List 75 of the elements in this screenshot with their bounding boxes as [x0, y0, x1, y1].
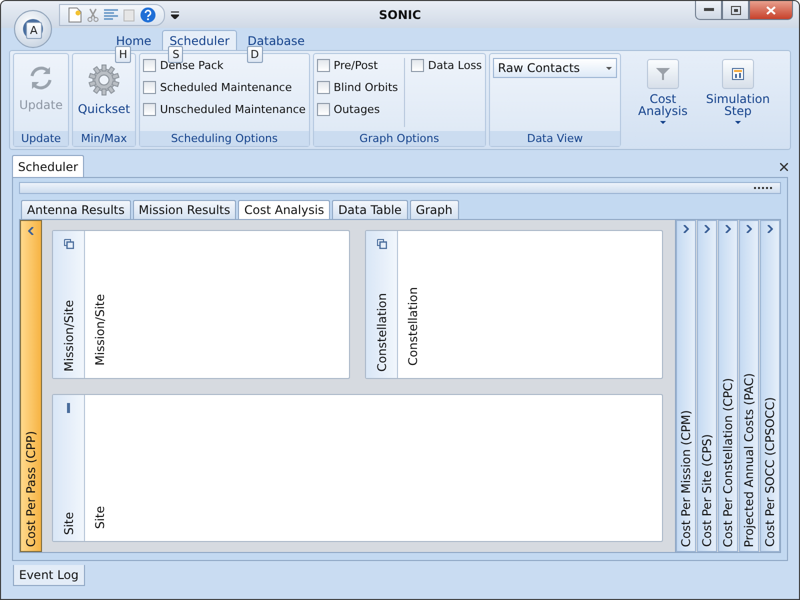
- checkbox[interactable]: Data Loss: [411, 59, 482, 72]
- minimize-button[interactable]: [695, 1, 722, 20]
- card-header[interactable]: Site: [53, 394, 85, 541]
- checkbox[interactable]: Scheduled Maintenance: [143, 81, 306, 94]
- side-panel-tab[interactable]: Cost Per Mission (CPM): [676, 220, 696, 552]
- checkbox-box[interactable]: [316, 81, 330, 94]
- side-panel-tab[interactable]: Cost Per SOCC (CPSOCC): [760, 220, 780, 552]
- new-document-icon[interactable]: [68, 6, 82, 22]
- document-tab[interactable]: Scheduler: [12, 155, 84, 177]
- checkbox[interactable]: Unscheduled Maintenance: [143, 103, 306, 116]
- restore-icon[interactable]: [64, 239, 74, 249]
- event-log-tab[interactable]: Event Log: [13, 565, 85, 586]
- keytip: A: [26, 22, 42, 39]
- checkbox-box[interactable]: [143, 103, 156, 116]
- simulation-step-button[interactable]: Simulation Step: [700, 53, 775, 147]
- chevron-right-icon: [704, 225, 710, 233]
- card-text: Mission/Site: [93, 294, 107, 366]
- checkbox-box[interactable]: [316, 59, 330, 72]
- caret-icon: [734, 121, 741, 124]
- chart-icon: [732, 68, 744, 80]
- scissors-icon[interactable]: [87, 8, 99, 22]
- list-icon[interactable]: [104, 8, 118, 20]
- group-label: Data View: [490, 131, 620, 146]
- chevron-right-icon: [683, 225, 689, 233]
- chevron-right-icon: [746, 225, 752, 233]
- side-panel-tab[interactable]: Cost Per Constellation (CPC): [718, 220, 738, 552]
- side-panel-tab[interactable]: Projected Annual Costs (PAC): [739, 220, 759, 552]
- gear-icon: [88, 64, 120, 96]
- group-label: Scheduling Options: [140, 131, 309, 146]
- chevron-right-icon: [725, 225, 731, 233]
- close-button[interactable]: [749, 1, 793, 20]
- side-panel-tab[interactable]: Cost Per Pass (CPP): [20, 220, 42, 552]
- checkbox-box[interactable]: [143, 59, 156, 72]
- dropdown-arrow-icon: [606, 66, 612, 70]
- card-header[interactable]: Mission/Site: [53, 231, 85, 378]
- card-text: Constellation: [406, 286, 420, 366]
- side-panel-tab[interactable]: Cost Per Site (CPS): [697, 220, 717, 552]
- data-view-dropdown[interactable]: Raw Contacts: [492, 58, 617, 78]
- chevron-right-icon: [767, 225, 773, 233]
- maximize-icon: [730, 6, 740, 14]
- close-icon: [766, 6, 776, 14]
- checkbox[interactable]: Blind Orbits: [316, 81, 398, 94]
- view-tab[interactable]: Antenna Results: [21, 200, 131, 219]
- ribbon-tab[interactable]: Scheduler: [162, 30, 237, 50]
- view-tab[interactable]: Cost Analysis: [238, 200, 330, 219]
- maximize-button[interactable]: [722, 1, 749, 20]
- card-text: Site: [93, 506, 107, 529]
- group-label: Graph Options: [314, 131, 485, 146]
- customize-dropdown-icon[interactable]: [171, 10, 179, 18]
- window-title: SONIC: [378, 8, 422, 22]
- splitter-bar[interactable]: [19, 182, 781, 194]
- funnel-icon: [656, 67, 670, 81]
- checkbox-box[interactable]: [143, 81, 156, 94]
- checkbox-box[interactable]: [316, 103, 330, 116]
- help-icon[interactable]: [140, 6, 156, 22]
- close-icon: [780, 163, 788, 171]
- checkbox[interactable]: Pre/Post: [316, 59, 398, 72]
- cost-analysis-button[interactable]: Cost Analysis: [628, 53, 698, 147]
- checkbox-box[interactable]: [411, 59, 424, 72]
- checkbox[interactable]: Outages: [316, 103, 398, 116]
- view-tab[interactable]: Mission Results: [132, 200, 236, 219]
- minimize-icon: [704, 8, 714, 12]
- view-tab[interactable]: Data Table: [332, 200, 408, 219]
- keytip: D: [246, 46, 263, 63]
- view-tab[interactable]: Graph: [410, 200, 458, 219]
- minimize-icon[interactable]: [67, 402, 70, 412]
- card-header[interactable]: Constellation: [366, 231, 398, 378]
- chevron-left-icon: [28, 227, 34, 235]
- restore-icon[interactable]: [376, 239, 386, 249]
- clipboard-icon[interactable]: [123, 8, 135, 22]
- group-label: Update: [14, 131, 68, 146]
- keytip: H: [115, 46, 132, 63]
- group-label: Min/Max: [73, 131, 135, 146]
- keytip: S: [168, 46, 184, 63]
- caret-icon: [660, 121, 666, 124]
